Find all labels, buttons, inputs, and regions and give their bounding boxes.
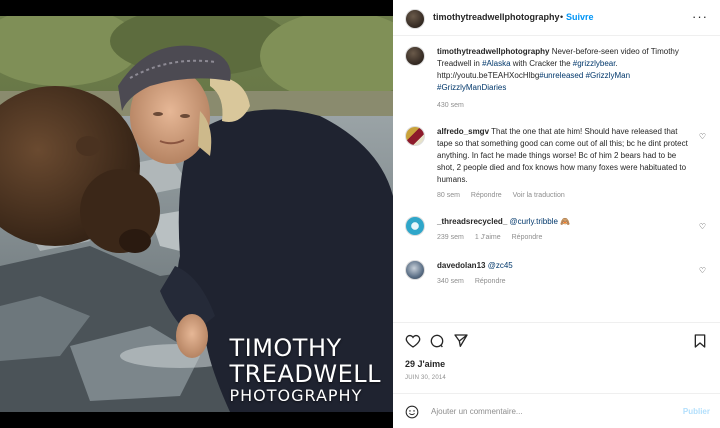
comment-translate-button[interactable]: Voir la traduction xyxy=(513,192,565,199)
commenter-avatar[interactable] xyxy=(405,126,425,146)
bookmark-save-icon[interactable] xyxy=(692,333,708,349)
comment-mention[interactable]: @zc45 xyxy=(488,261,513,270)
caption-body-2: with Cracker the xyxy=(510,59,573,68)
post-caption: timothytreadwellphotography Never-before… xyxy=(405,46,710,114)
comment-text: _threadsrecycled_ @curly.tribble 🙈 xyxy=(437,216,692,228)
photo-watermark: TIMOTHY TREADWELL PHOTOGRAPHY xyxy=(229,336,381,404)
author-username[interactable]: timothytreadwellphotography xyxy=(433,12,560,22)
author-avatar[interactable] xyxy=(405,9,425,29)
comment-time[interactable]: 80 sem xyxy=(437,192,460,199)
add-comment-input[interactable]: Ajouter un commentaire... xyxy=(431,407,523,416)
watermark-line-3: PHOTOGRAPHY xyxy=(229,386,363,405)
post-panel: timothytreadwellphotography • Suivre ···… xyxy=(393,0,720,428)
commenter-avatar[interactable] xyxy=(405,260,425,280)
watermark-line-1: TIMOTHY xyxy=(229,334,342,362)
comment-meta: 340 sem Répondre xyxy=(437,278,515,285)
post-actions: 29 J'aime JUIN 30, 2014 Ajouter un comme… xyxy=(393,322,720,428)
hashtag-alaska[interactable]: #Alaska xyxy=(482,59,510,68)
comment-reply-button[interactable]: Répondre xyxy=(512,234,543,241)
hashtag-unreleased[interactable]: #unreleased xyxy=(539,71,583,80)
comment-reply-button[interactable]: Répondre xyxy=(471,192,502,199)
comment-meta: 80 sem Répondre Voir la traduction xyxy=(437,192,574,199)
comment-username[interactable]: _threadsrecycled_ xyxy=(437,217,507,226)
caption-avatar[interactable] xyxy=(405,46,425,66)
watermark-line-2: TREADWELL xyxy=(229,360,381,388)
add-comment-row: Ajouter un commentaire... Publier xyxy=(393,393,720,428)
comment-item: _threadsrecycled_ @curly.tribble 🙈 239 s… xyxy=(405,216,710,248)
comment-username[interactable]: alfredo_smgv xyxy=(437,127,489,136)
comment-bubble-icon[interactable] xyxy=(429,333,445,349)
hashtag-grizzlymandiaries[interactable]: #GrizzlyManDiaries xyxy=(437,83,506,92)
like-comment-heart-icon[interactable]: ♡ xyxy=(699,266,706,275)
comment-mention[interactable]: @curly.tribble xyxy=(510,217,558,226)
media-bottom-bar xyxy=(0,412,393,428)
more-options-icon[interactable]: ··· xyxy=(692,9,708,24)
comment-likes[interactable]: 1 J'aime xyxy=(475,234,501,241)
comment-text: alfredo_smgv That the one that ate him! … xyxy=(437,126,692,186)
media-top-bar xyxy=(0,0,393,16)
comment-item: alfredo_smgv That the one that ate him! … xyxy=(405,126,710,204)
comment-reply-button[interactable]: Répondre xyxy=(475,278,506,285)
comment-time[interactable]: 239 sem xyxy=(437,234,464,241)
comment-username[interactable]: davedolan13 xyxy=(437,261,485,270)
comment-emoji: 🙈 xyxy=(560,217,571,226)
post-header: timothytreadwellphotography • Suivre ··· xyxy=(393,0,720,36)
share-send-icon[interactable] xyxy=(453,333,469,349)
post-date[interactable]: JUIN 30, 2014 xyxy=(405,375,446,381)
emoji-icon[interactable] xyxy=(405,405,419,419)
caption-meta: 430 sem xyxy=(437,102,473,109)
comment-time[interactable]: 340 sem xyxy=(437,278,464,285)
caption-text: timothytreadwellphotography Never-before… xyxy=(437,46,692,94)
hashtag-grizzlybear[interactable]: #grizzlybear xyxy=(573,59,616,68)
caption-username[interactable]: timothytreadwellphotography xyxy=(437,47,549,56)
like-comment-heart-icon[interactable]: ♡ xyxy=(699,132,706,141)
commenter-avatar[interactable] xyxy=(405,216,425,236)
header-separator: • xyxy=(560,12,564,22)
like-heart-icon[interactable] xyxy=(405,333,421,349)
comment-item: davedolan13 @zc45 340 sem Répondre ♡ xyxy=(405,260,710,292)
comment-meta: 239 sem 1 J'aime Répondre xyxy=(437,234,551,241)
comment-text: davedolan13 @zc45 xyxy=(437,260,692,272)
like-comment-heart-icon[interactable]: ♡ xyxy=(699,222,706,231)
caption-time[interactable]: 430 sem xyxy=(437,102,464,109)
follow-button[interactable]: Suivre xyxy=(566,12,594,22)
hashtag-grizzlyman[interactable]: #GrizzlyMan xyxy=(586,71,630,80)
likes-count[interactable]: 29 J'aime xyxy=(405,359,445,369)
post-media[interactable]: TIMOTHY TREADWELL PHOTOGRAPHY xyxy=(0,0,393,428)
publish-button[interactable]: Publier xyxy=(683,407,710,416)
post-photo[interactable]: TIMOTHY TREADWELL PHOTOGRAPHY xyxy=(0,16,393,412)
